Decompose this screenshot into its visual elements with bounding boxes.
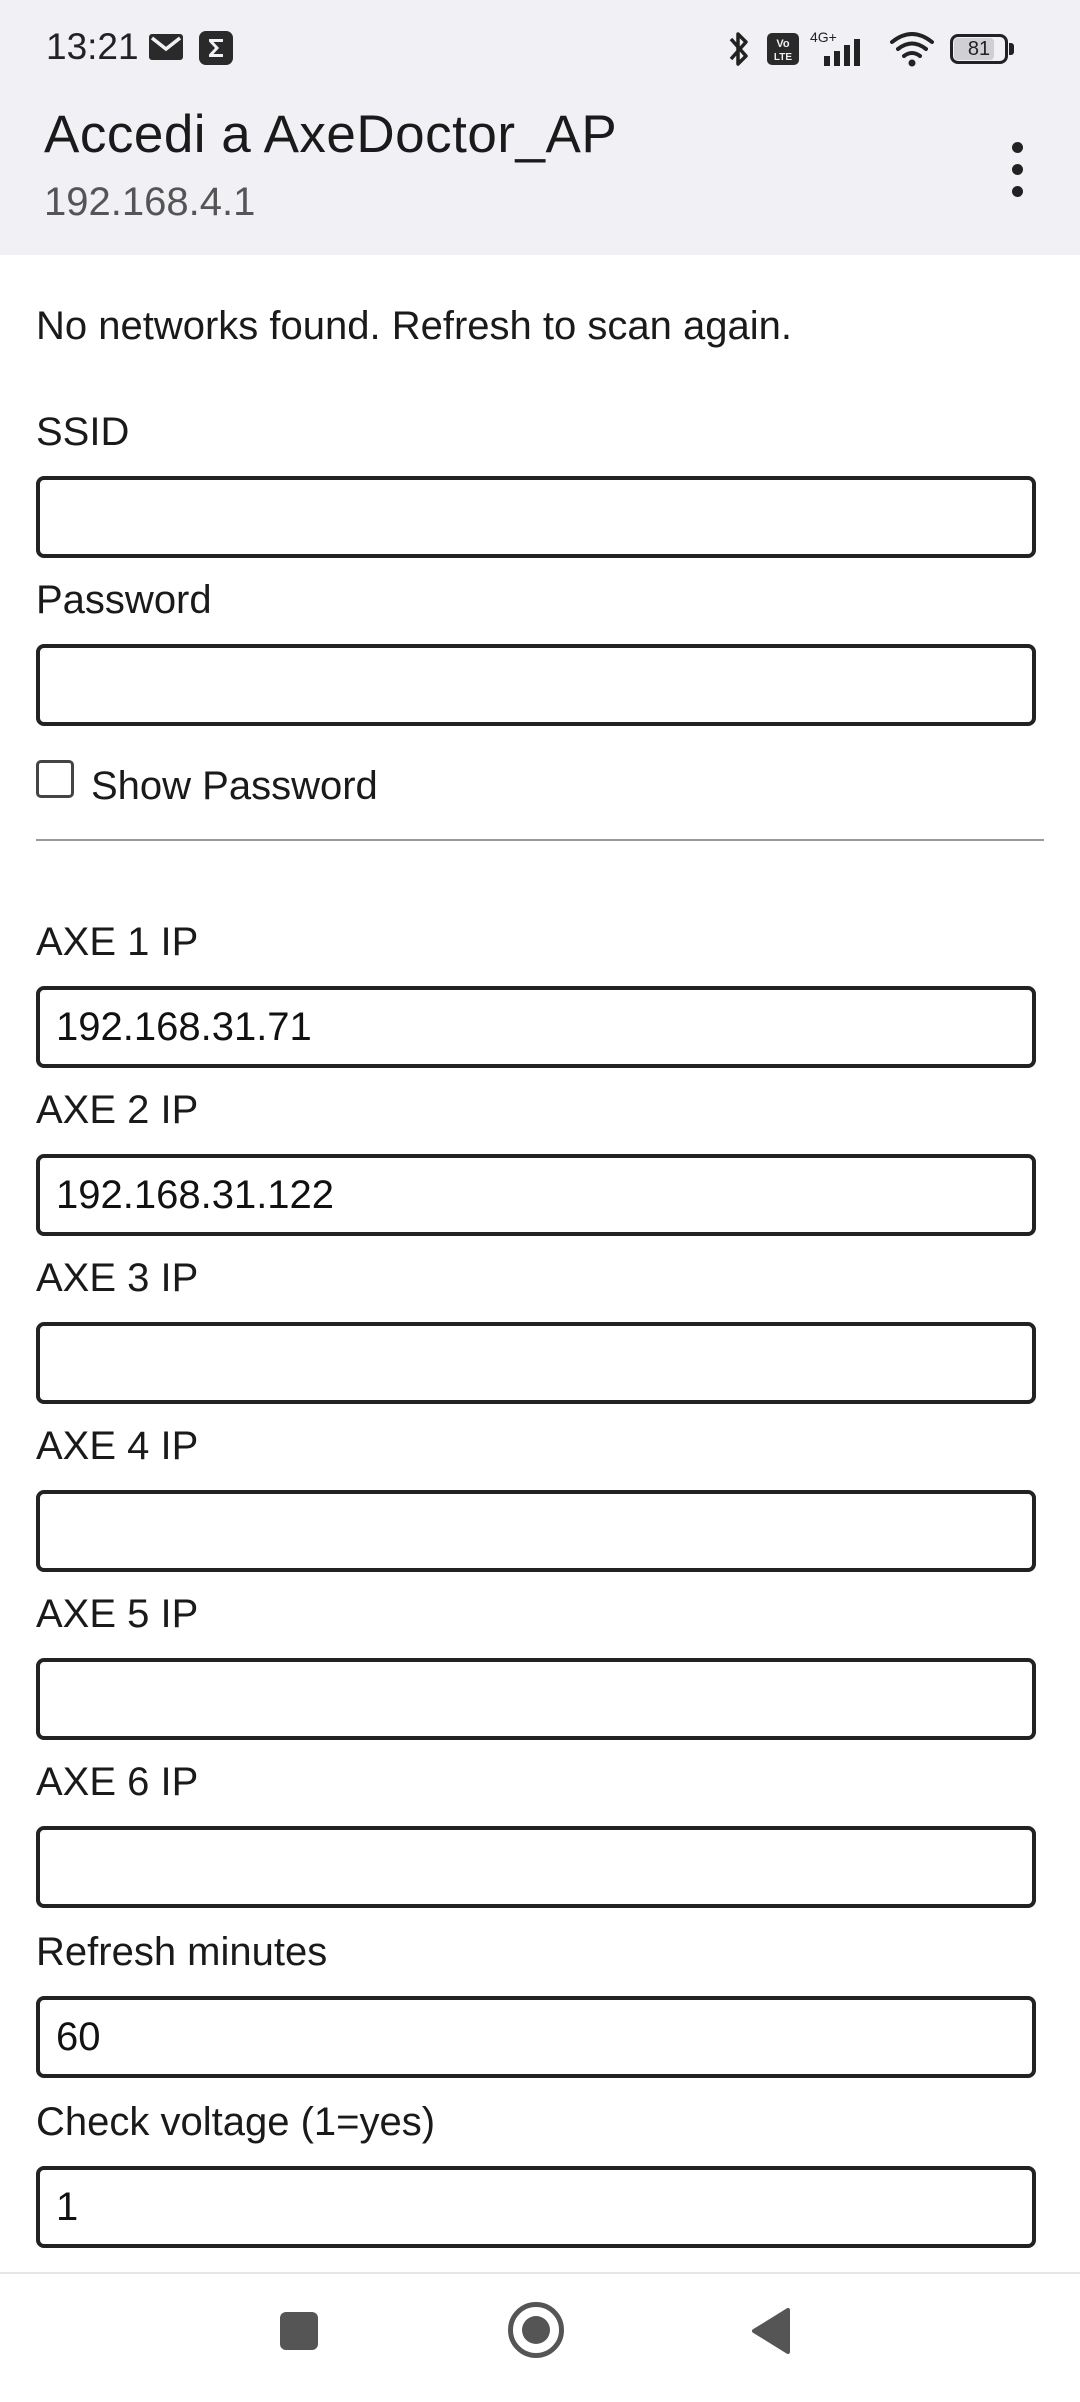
battery-icon: 81	[950, 34, 1016, 64]
svg-text:4G+: 4G+	[810, 29, 837, 45]
ssid-field[interactable]	[36, 476, 1036, 558]
svg-text:Vo: Vo	[776, 38, 790, 50]
axe-3-label: AXE 3 IP	[36, 1256, 199, 1300]
password-input[interactable]	[56, 648, 1032, 722]
axe-6-input[interactable]	[56, 1830, 1032, 1904]
refresh-minutes-field[interactable]	[36, 1996, 1036, 2078]
signal-4g-icon: 4G+	[810, 29, 860, 66]
page-title: Accedi a AxeDoctor_AP	[44, 105, 618, 164]
password-label: Password	[36, 578, 212, 622]
mail-icon	[149, 34, 183, 60]
back-icon[interactable]	[748, 2306, 792, 2356]
home-icon[interactable]	[508, 2302, 564, 2358]
refresh-minutes-label: Refresh minutes	[36, 1930, 328, 1974]
axe-1-field[interactable]	[36, 986, 1036, 1068]
show-password-label[interactable]: Show Password	[91, 764, 378, 809]
axe-2-field[interactable]	[36, 1154, 1036, 1236]
ssid-input[interactable]	[56, 480, 1032, 554]
recents-icon[interactable]	[280, 2312, 318, 2350]
show-password-checkbox[interactable]	[36, 760, 74, 798]
axe-2-input[interactable]	[56, 1158, 1032, 1232]
password-field[interactable]	[36, 644, 1036, 726]
axe-6-field[interactable]	[36, 1826, 1036, 1908]
check-voltage-label: Check voltage (1=yes)	[36, 2100, 436, 2144]
divider	[36, 839, 1044, 841]
axe-4-label: AXE 4 IP	[36, 1424, 199, 1468]
status-time: 13:21	[46, 26, 139, 67]
check-voltage-input[interactable]	[56, 2170, 1032, 2244]
axe-4-field[interactable]	[36, 1490, 1036, 1572]
svg-text:LTE: LTE	[774, 52, 792, 63]
axe-5-input[interactable]	[56, 1662, 1032, 1736]
check-voltage-field[interactable]	[36, 2166, 1036, 2248]
status-bar: 13:21 Vo LTE 4G+ 81	[0, 0, 1080, 100]
axe-5-label: AXE 5 IP	[36, 1592, 199, 1636]
battery-level: 81	[967, 38, 991, 60]
wifi-icon	[890, 32, 934, 67]
sigma-app-icon	[199, 31, 233, 65]
axe-4-input[interactable]	[56, 1494, 1032, 1568]
ssid-label: SSID	[36, 410, 130, 454]
refresh-minutes-input[interactable]	[56, 2000, 1032, 2074]
axe-3-field[interactable]	[36, 1322, 1036, 1404]
axe-1-label: AXE 1 IP	[36, 920, 199, 964]
axe-2-label: AXE 2 IP	[36, 1088, 199, 1132]
axe-6-label: AXE 6 IP	[36, 1760, 199, 1804]
volte-icon: Vo LTE	[767, 33, 799, 65]
axe-3-input[interactable]	[56, 1326, 1032, 1400]
more-vert-icon[interactable]	[1003, 140, 1033, 200]
axe-5-field[interactable]	[36, 1658, 1036, 1740]
axe-1-input[interactable]	[56, 990, 1032, 1064]
page-url: 192.168.4.1	[44, 180, 256, 224]
bluetooth-icon	[729, 32, 748, 66]
scan-message: No networks found. Refresh to scan again…	[36, 304, 792, 348]
